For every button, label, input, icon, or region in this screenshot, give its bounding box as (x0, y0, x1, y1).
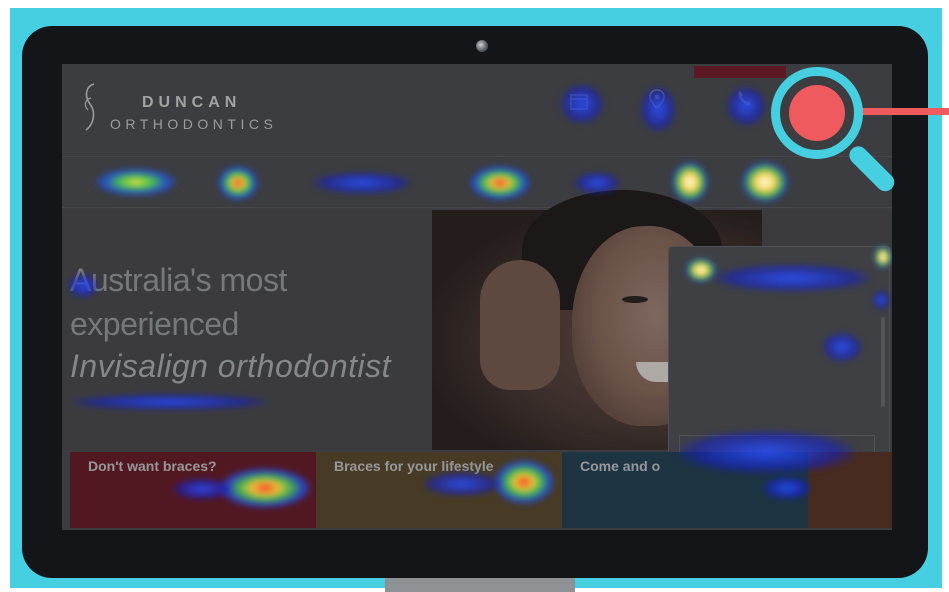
hero-photo-eye (622, 296, 648, 303)
map-pin-icon[interactable] (646, 88, 668, 110)
magnifier-icon (771, 67, 863, 159)
magnifier-pointer-line (862, 108, 949, 115)
script-d-icon[interactable] (82, 82, 100, 132)
hero-headline-line-2: experienced (70, 306, 239, 342)
hero-headline-line-1: Australia's most (70, 262, 287, 298)
card-title: Don't want braces? (88, 458, 217, 474)
card-braces-lifestyle[interactable]: Braces for your lifestyle (316, 452, 562, 528)
hero-photo-hand (480, 260, 560, 390)
card-title: Come and o (580, 458, 661, 474)
chat-scrollbar[interactable] (881, 317, 885, 407)
phone-icon[interactable] (734, 88, 756, 110)
calendar-icon[interactable] (568, 90, 590, 112)
card-title: Braces for your lifestyle (334, 458, 494, 474)
webcam-icon (476, 40, 488, 52)
monitor-stand (385, 576, 575, 592)
card-partial[interactable] (808, 452, 892, 528)
card-dont-want-braces[interactable]: Don't want braces? (70, 452, 316, 528)
main-nav (62, 156, 892, 208)
brand-subtitle[interactable]: ORTHODONTICS (110, 116, 277, 132)
card-come-and-see[interactable]: Come and o (562, 452, 808, 528)
hero-headline-line-3: Invisalign orthodontist (70, 348, 392, 384)
top-utility-bar[interactable] (694, 66, 786, 78)
website-screen: DUNCAN ORTHODONTICS Australia's most exp… (62, 64, 892, 530)
brand-name[interactable]: DUNCAN (142, 94, 241, 112)
